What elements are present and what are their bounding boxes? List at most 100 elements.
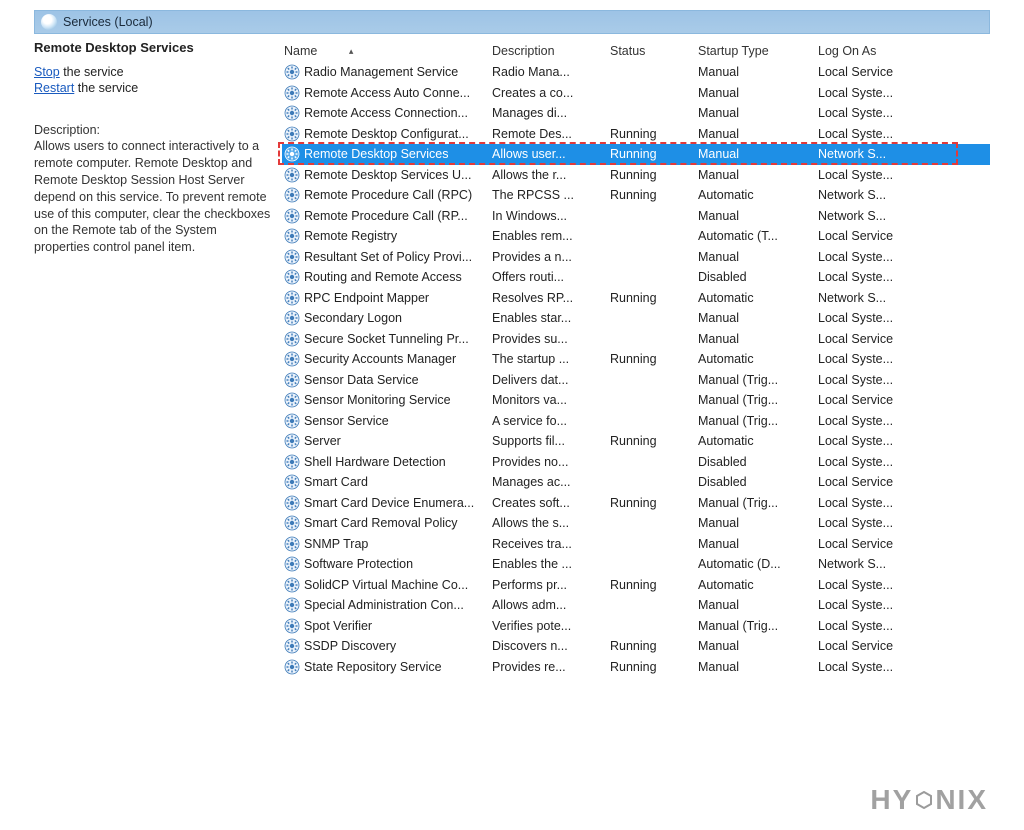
service-status: Running (610, 168, 698, 182)
service-description: Allows user... (492, 147, 610, 161)
service-startup: Disabled (698, 270, 818, 284)
table-row[interactable]: State Repository Service Provides re... … (282, 657, 990, 678)
service-name: SSDP Discovery (304, 639, 486, 653)
services-list: Name ▴ Description Status Startup Type L… (282, 40, 990, 677)
table-row[interactable]: Routing and Remote Access Offers routi..… (282, 267, 990, 288)
table-row[interactable]: Sensor Monitoring Service Monitors va...… (282, 390, 990, 411)
service-logon: Local Syste... (818, 352, 928, 366)
service-logon: Network S... (818, 291, 928, 305)
service-gear-icon (284, 290, 300, 306)
table-row[interactable]: Smart Card Device Enumera... Creates sof… (282, 493, 990, 514)
service-startup: Manual (698, 639, 818, 653)
service-logon: Local Syste... (818, 434, 928, 448)
watermark-text-2: NIX (935, 784, 988, 815)
service-gear-icon (284, 351, 300, 367)
panel-title: Services (Local) (63, 15, 153, 29)
service-description: Provides no... (492, 455, 610, 469)
service-gear-icon (284, 515, 300, 531)
table-row[interactable]: SSDP Discovery Discovers n... Running Ma… (282, 636, 990, 657)
column-header-description[interactable]: Description (492, 44, 610, 58)
column-header-name[interactable]: Name ▴ (282, 44, 492, 58)
service-name: Remote Registry (304, 229, 486, 243)
service-startup: Manual (698, 250, 818, 264)
table-row[interactable]: Secondary Logon Enables star... Manual L… (282, 308, 990, 329)
table-row[interactable]: Remote Desktop Services Allows user... R… (282, 144, 990, 165)
table-row[interactable]: Remote Procedure Call (RPC) The RPCSS ..… (282, 185, 990, 206)
service-startup: Manual (698, 332, 818, 346)
table-row[interactable]: Sensor Service A service fo... Manual (T… (282, 411, 990, 432)
service-name: Security Accounts Manager (304, 352, 486, 366)
service-name: Shell Hardware Detection (304, 455, 486, 469)
table-row[interactable]: Sensor Data Service Delivers dat... Manu… (282, 370, 990, 391)
service-gear-icon (284, 454, 300, 470)
table-row[interactable]: SNMP Trap Receives tra... Manual Local S… (282, 534, 990, 555)
service-description: Creates a co... (492, 86, 610, 100)
table-row[interactable]: Special Administration Con... Allows adm… (282, 595, 990, 616)
table-row[interactable]: Remote Desktop Configurat... Remote Des.… (282, 124, 990, 145)
service-logon: Local Service (818, 332, 928, 346)
service-description: Resolves RP... (492, 291, 610, 305)
table-row[interactable]: Security Accounts Manager The startup ..… (282, 349, 990, 370)
table-row[interactable]: Secure Socket Tunneling Pr... Provides s… (282, 329, 990, 350)
service-logon: Network S... (818, 557, 928, 571)
column-header-logon[interactable]: Log On As (818, 44, 928, 58)
table-row[interactable]: Remote Registry Enables rem... Automatic… (282, 226, 990, 247)
table-row[interactable]: SolidCP Virtual Machine Co... Performs p… (282, 575, 990, 596)
watermark: HYNIX (870, 784, 988, 816)
service-description: Manages ac... (492, 475, 610, 489)
table-row[interactable]: Remote Access Auto Conne... Creates a co… (282, 83, 990, 104)
service-status: Running (610, 660, 698, 674)
service-startup: Manual (698, 311, 818, 325)
restart-service-link[interactable]: Restart (34, 81, 74, 95)
service-name: Remote Access Connection... (304, 106, 486, 120)
service-startup: Manual (Trig... (698, 414, 818, 428)
service-description: Provides re... (492, 660, 610, 674)
column-headers: Name ▴ Description Status Startup Type L… (282, 40, 990, 62)
service-gear-icon (284, 146, 300, 162)
service-gear-icon (284, 577, 300, 593)
service-gear-icon (284, 597, 300, 613)
table-row[interactable]: Server Supports fil... Running Automatic… (282, 431, 990, 452)
service-logon: Local Service (818, 475, 928, 489)
service-gear-icon (284, 372, 300, 388)
table-row[interactable]: Remote Access Connection... Manages di..… (282, 103, 990, 124)
service-gear-icon (284, 536, 300, 552)
service-name: Smart Card Device Enumera... (304, 496, 486, 510)
service-startup: Manual (Trig... (698, 619, 818, 633)
service-name: Spot Verifier (304, 619, 486, 633)
service-gear-icon (284, 269, 300, 285)
table-row[interactable]: Shell Hardware Detection Provides no... … (282, 452, 990, 473)
restart-suffix: the service (74, 81, 138, 95)
column-header-status[interactable]: Status (610, 44, 698, 58)
service-name: Resultant Set of Policy Provi... (304, 250, 486, 264)
service-description: Provides su... (492, 332, 610, 346)
service-startup: Manual (698, 660, 818, 674)
table-row[interactable]: RPC Endpoint Mapper Resolves RP... Runni… (282, 288, 990, 309)
table-row[interactable]: Spot Verifier Verifies pote... Manual (T… (282, 616, 990, 637)
table-row[interactable]: Remote Procedure Call (RP... In Windows.… (282, 206, 990, 227)
service-gear-icon (284, 85, 300, 101)
description-text: Allows users to connect interactively to… (34, 138, 272, 256)
service-description: Remote Des... (492, 127, 610, 141)
service-description: The RPCSS ... (492, 188, 610, 202)
description-label: Description: (34, 123, 272, 137)
service-startup: Automatic (698, 188, 818, 202)
table-row[interactable]: Smart Card Manages ac... Disabled Local … (282, 472, 990, 493)
column-header-startup[interactable]: Startup Type (698, 44, 818, 58)
service-gear-icon (284, 228, 300, 244)
table-row[interactable]: Software Protection Enables the ... Auto… (282, 554, 990, 575)
table-row[interactable]: Remote Desktop Services U... Allows the … (282, 165, 990, 186)
table-row[interactable]: Smart Card Removal Policy Allows the s..… (282, 513, 990, 534)
service-logon: Local Syste... (818, 270, 928, 284)
service-description: The startup ... (492, 352, 610, 366)
service-logon: Network S... (818, 188, 928, 202)
table-row[interactable]: Radio Management Service Radio Mana... M… (282, 62, 990, 83)
table-row[interactable]: Resultant Set of Policy Provi... Provide… (282, 247, 990, 268)
services-panel-icon (41, 14, 57, 30)
service-startup: Manual (698, 168, 818, 182)
service-description: Allows the s... (492, 516, 610, 530)
service-gear-icon (284, 64, 300, 80)
service-startup: Manual (698, 516, 818, 530)
stop-service-link[interactable]: Stop (34, 65, 60, 79)
watermark-hex-icon (915, 791, 933, 809)
